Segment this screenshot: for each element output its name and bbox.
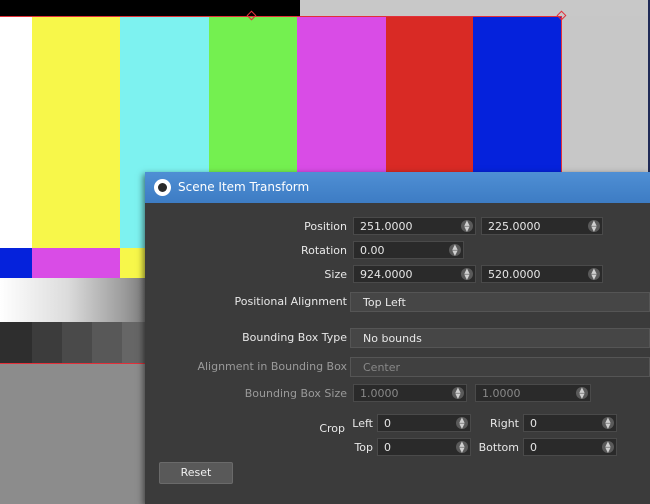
position-x-field[interactable]: ▲▼	[353, 217, 476, 235]
crop-top-field[interactable]: ▲▼	[377, 438, 471, 456]
reset-button[interactable]: Reset	[159, 462, 233, 484]
size-width-field[interactable]: ▲▼	[353, 265, 476, 283]
spinner-arrows-icon[interactable]: ▲ ▼	[576, 387, 588, 400]
size-height-field[interactable]: ▲▼	[481, 265, 603, 283]
positional-alignment-select[interactable]: Top Left	[350, 292, 650, 312]
dialog-title: Scene Item Transform	[178, 180, 310, 194]
position-y-field[interactable]: ▲▼	[481, 217, 603, 235]
dialog-body: Position ▲▼ ▲▼ Rotation ▲▼ Size ▲▼ ▲▼ Po…	[145, 203, 650, 504]
spinner-arrows-icon[interactable]: ▲ ▼	[452, 387, 464, 400]
spinner-arrows-icon[interactable]: ▲ ▼	[456, 417, 468, 430]
bounding-box-type-label: Bounding Box Type	[242, 331, 347, 344]
spinner-arrows-icon[interactable]: ▲ ▼	[588, 220, 600, 233]
bounding-box-height-input[interactable]	[476, 385, 574, 401]
crop-bottom-field[interactable]: ▲▼	[523, 438, 617, 456]
canvas-background-right	[562, 16, 650, 176]
crop-right-input[interactable]	[524, 415, 602, 431]
crop-top-input[interactable]	[378, 439, 456, 455]
spinner-arrows-icon[interactable]: ▲ ▼	[461, 268, 473, 281]
size-label: Size	[324, 268, 347, 281]
bounding-box-size-label: Bounding Box Size	[244, 387, 347, 400]
bounding-box-width-input[interactable]	[354, 385, 452, 401]
rotation-input[interactable]	[354, 242, 450, 258]
spinner-arrows-icon[interactable]: ▲ ▼	[588, 268, 600, 281]
crop-left-label: Left	[352, 417, 373, 430]
crop-bottom-input[interactable]	[524, 439, 602, 455]
crop-right-label: Right	[490, 417, 519, 430]
crop-top-label: Top	[354, 441, 373, 454]
bounding-box-height-field[interactable]: ▲▼	[475, 384, 591, 402]
position-label: Position	[304, 220, 347, 233]
crop-left-field[interactable]: ▲▼	[377, 414, 471, 432]
spinner-arrows-icon[interactable]: ▲ ▼	[461, 220, 473, 233]
bounding-box-width-field[interactable]: ▲▼	[353, 384, 467, 402]
canvas-background	[300, 0, 650, 16]
position-x-input[interactable]	[354, 218, 460, 234]
positional-alignment-label: Positional Alignment	[234, 295, 347, 308]
size-width-input[interactable]	[354, 266, 460, 282]
alignment-in-bounding-box-select[interactable]: Center	[350, 357, 650, 377]
crop-right-field[interactable]: ▲▼	[523, 414, 617, 432]
size-height-input[interactable]	[482, 266, 588, 282]
position-y-input[interactable]	[482, 218, 588, 234]
dialog-titlebar[interactable]: Scene Item Transform	[145, 172, 650, 203]
spinner-arrows-icon[interactable]: ▲ ▼	[449, 244, 461, 257]
alignment-in-bounding-box-label: Alignment in Bounding Box	[197, 360, 347, 373]
spinner-arrows-icon[interactable]: ▲ ▼	[602, 441, 614, 454]
crop-left-input[interactable]	[378, 415, 456, 431]
rotation-field[interactable]: ▲▼	[353, 241, 464, 259]
spinner-arrows-icon[interactable]: ▲ ▼	[602, 417, 614, 430]
obs-logo-icon	[154, 179, 171, 196]
crop-bottom-label: Bottom	[478, 441, 519, 454]
crop-label: Crop	[319, 422, 345, 435]
scene-item-transform-dialog: Scene Item Transform Position ▲▼ ▲▼ Rota…	[145, 172, 650, 504]
rotation-label: Rotation	[300, 244, 347, 257]
bounding-box-type-select[interactable]: No bounds	[350, 328, 650, 348]
